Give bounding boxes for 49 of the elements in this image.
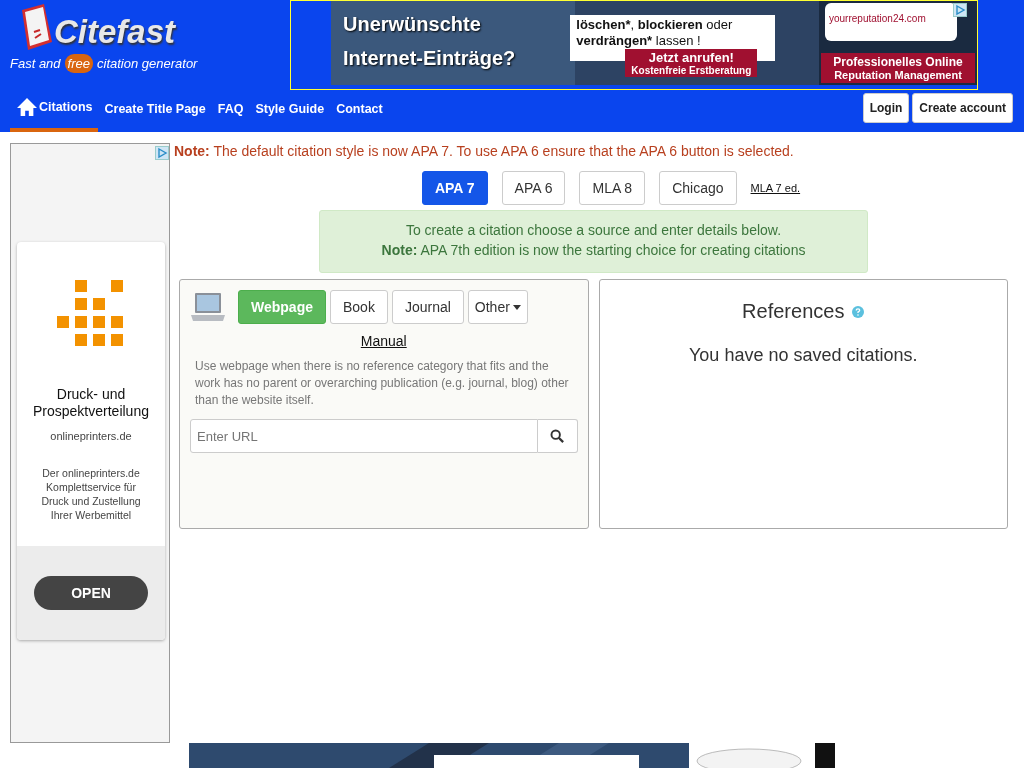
nav-link[interactable]: Citations <box>10 90 99 132</box>
free-badge: free <box>64 54 93 73</box>
account-button[interactable]: Login <box>862 93 910 123</box>
search-button[interactable] <box>537 419 578 453</box>
ad-headline: Internet-Einträge? <box>343 46 517 71</box>
ad-card[interactable]: Druck- und Prospektverteilung onlineprinters.de Der onlineprinters.de Komplettservice für Druck und Zustellung Ihrer Werbemittel OPEN <box>17 242 165 640</box>
source-type-button[interactable]: Journal <box>391 290 464 324</box>
citation-style-button[interactable]: APA 6 <box>501 171 566 205</box>
manual-link[interactable]: Manual <box>360 333 407 349</box>
caret-icon <box>512 304 521 310</box>
ad-text: löschen*, blockieren oder <box>576 17 734 33</box>
info-text: To create a citation choose a source and enter details below. <box>404 221 783 240</box>
source-type-button[interactable]: Other <box>467 290 528 324</box>
info-text: Note: APA 7th edition is now the starting choice for creating citations <box>380 241 807 260</box>
ad-domain: onlineprinters.de <box>50 430 132 442</box>
search-icon <box>550 429 564 443</box>
style-note: Note: The default citation style is now APA 7. To use APA 6 ensure that the APA 6 button is selected. <box>174 143 795 159</box>
ad-banner[interactable]: Unerwünschte Internet-Einträge? löschen*, blockieren oder verdrängen* lassen ! Jetzt anrufen! Kostenfreie Erstberatung yourreputation24.com Professionelles Online Reputation Management <box>290 0 978 90</box>
tagline-text: citation generator <box>97 56 198 71</box>
printer-logo-icon <box>57 280 125 348</box>
ad-slogan: Professionelles Online Reputation Management <box>821 53 975 83</box>
ad-title: Druck- und Prospektverteilung <box>32 386 150 420</box>
citation-style-button[interactable]: APA 7 <box>421 171 488 205</box>
url-input[interactable]: Enter URL <box>190 419 538 453</box>
ad-headline: Unerwünschte <box>343 12 482 37</box>
ad-text: verdrängen* lassen ! <box>576 33 702 49</box>
mla-7-link[interactable]: MLA 7 ed. <box>750 182 801 194</box>
references-title: References <box>742 300 845 323</box>
source-description: Use webpage when there is no reference category that fits and the work has no parent or overarching publication (e.g. journal, blog) other than the website itself. <box>195 358 570 409</box>
tagline-text: Fast and <box>10 56 61 71</box>
ad-choices-icon[interactable] <box>953 3 967 17</box>
citation-style-button[interactable]: Chicago <box>659 171 737 205</box>
nav-link[interactable]: FAQ <box>211 90 250 132</box>
home-icon <box>16 97 38 117</box>
citation-style-button[interactable]: MLA 8 <box>579 171 646 205</box>
laptop-icon <box>190 291 226 323</box>
site-logo[interactable]: Citefast <box>54 12 176 52</box>
ad-call-button[interactable]: Jetzt anrufen! Kostenfreie Erstberatung <box>625 49 758 77</box>
empty-message: You have no saved citations. <box>689 345 918 366</box>
nav-link[interactable]: Style Guide <box>249 90 331 132</box>
ad-brand-logo: yourreputation24.com <box>825 3 957 41</box>
source-type-button[interactable]: Book <box>330 290 388 324</box>
nav-link[interactable]: Create Title Page <box>98 90 212 132</box>
open-button[interactable]: OPEN <box>34 576 148 610</box>
nav-link[interactable]: Contact <box>330 90 389 132</box>
help-icon[interactable] <box>852 305 865 318</box>
ad-description: Der onlineprinters.de Komplettservice für Druck und Zustellung Ihrer Werbemittel <box>40 466 142 522</box>
ad-choices-icon[interactable] <box>155 146 169 160</box>
account-button[interactable]: Create account <box>912 93 1013 123</box>
